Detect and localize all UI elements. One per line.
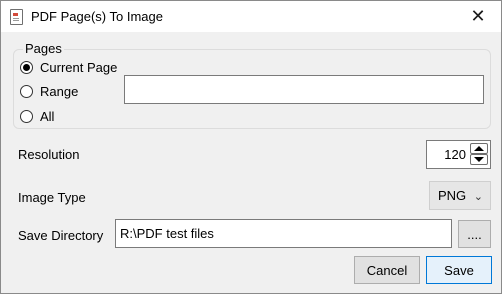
save-directory-label: Save Directory bbox=[18, 228, 104, 243]
radio-range[interactable]: Range bbox=[20, 84, 78, 99]
radio-all[interactable]: All bbox=[20, 109, 54, 124]
arrow-down-icon bbox=[474, 157, 484, 162]
image-type-value: PNG bbox=[438, 188, 467, 203]
window-title: PDF Page(s) To Image bbox=[31, 9, 163, 24]
pages-group-title: Pages bbox=[23, 41, 64, 56]
resolution-label: Resolution bbox=[18, 147, 80, 162]
close-button[interactable]: ✕ bbox=[455, 1, 501, 32]
increment-button[interactable] bbox=[470, 143, 488, 154]
radio-range-label: Range bbox=[40, 84, 79, 99]
image-type-select[interactable]: PNG ⌄ bbox=[429, 181, 491, 210]
radio-current-page-label: Current Page bbox=[40, 60, 118, 75]
save-directory-input[interactable]: R:\PDF test files bbox=[115, 219, 452, 248]
image-type-label: Image Type bbox=[18, 190, 86, 205]
chevron-down-icon: ⌄ bbox=[473, 191, 483, 203]
decrement-button[interactable] bbox=[470, 154, 488, 165]
cancel-button[interactable]: Cancel bbox=[354, 256, 420, 284]
radio-current-page[interactable]: Current Page bbox=[20, 60, 117, 75]
save-directory-value[interactable]: R:\PDF test files bbox=[120, 226, 214, 241]
radio-all-label: All bbox=[40, 109, 55, 124]
resolution-stepper[interactable]: 120 bbox=[426, 140, 491, 169]
range-input[interactable] bbox=[124, 75, 484, 104]
save-button[interactable]: Save bbox=[426, 256, 492, 284]
browse-button[interactable]: .... bbox=[458, 220, 491, 248]
radio-current-page-indicator[interactable] bbox=[20, 61, 33, 74]
pdf-document-icon bbox=[10, 9, 23, 25]
radio-range-indicator[interactable] bbox=[20, 85, 33, 98]
title-bar: PDF Page(s) To Image ✕ bbox=[1, 1, 501, 32]
resolution-value[interactable]: 120 bbox=[444, 147, 466, 162]
pdf-to-image-dialog: PDF Page(s) To Image ✕ Pages Current Pag… bbox=[0, 0, 502, 294]
radio-all-indicator[interactable] bbox=[20, 110, 33, 123]
arrow-up-icon bbox=[474, 146, 484, 151]
